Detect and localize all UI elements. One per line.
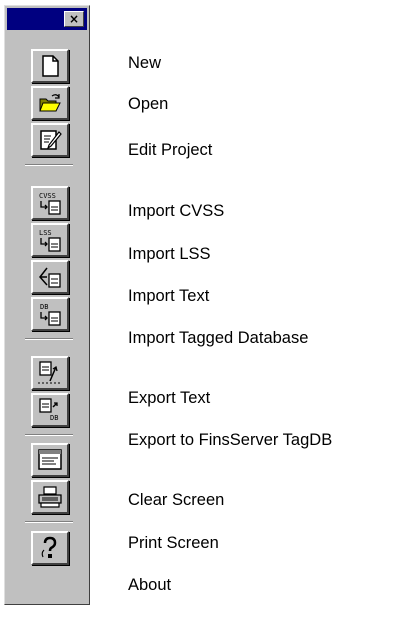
import-tagged-database-button[interactable]: DB (31, 297, 69, 331)
label-import-tagged-database: Import Tagged Database (128, 329, 309, 347)
open-button[interactable] (31, 86, 69, 120)
label-clear-screen: Clear Screen (128, 491, 225, 509)
clear-screen-icon (38, 449, 62, 470)
label-edit-project: Edit Project (128, 141, 213, 159)
svg-text:LSS: LSS (39, 229, 52, 237)
import-lss-icon: LSS (39, 229, 61, 252)
toolbar-separator (25, 338, 73, 340)
label-print-screen: Print Screen (128, 534, 219, 552)
svg-text:DB: DB (50, 414, 58, 422)
export-text-button[interactable] (31, 356, 69, 390)
close-button[interactable]: × (64, 11, 84, 27)
label-about: About (128, 576, 172, 594)
export-db-icon: DB (39, 398, 58, 422)
toolbar-window: × CVSS LSS DB DB (4, 5, 90, 605)
label-export-text: Export Text (128, 389, 211, 407)
export-text-icon (38, 361, 61, 384)
print-screen-button[interactable] (31, 480, 69, 514)
import-cvss-icon: CVSS (39, 192, 61, 215)
toolbar-titlebar[interactable]: × (7, 8, 87, 30)
help-icon (41, 536, 57, 558)
svg-text:CVSS: CVSS (39, 192, 56, 200)
toolbar-separator (25, 521, 73, 523)
new-button[interactable] (31, 49, 69, 83)
svg-text:DB: DB (40, 303, 48, 311)
toolbar-separator (25, 164, 73, 166)
import-lss-button[interactable]: LSS (31, 223, 69, 257)
new-document-icon (42, 55, 59, 77)
import-cvss-button[interactable]: CVSS (31, 186, 69, 220)
import-text-icon (39, 267, 61, 288)
about-button[interactable] (31, 531, 69, 565)
open-folder-icon (39, 94, 61, 112)
label-import-lss: Import LSS (128, 245, 211, 263)
import-db-icon: DB (40, 303, 61, 326)
label-export-finsserver: Export to FinsServer TagDB (128, 431, 333, 449)
clear-screen-button[interactable] (31, 443, 69, 477)
toolbar-separator (25, 434, 73, 436)
label-new: New (128, 54, 162, 72)
label-import-cvss: Import CVSS (128, 202, 225, 220)
export-finsserver-button[interactable]: DB (31, 393, 69, 427)
close-icon: × (68, 12, 80, 26)
label-open: Open (128, 95, 169, 113)
edit-project-button[interactable] (31, 123, 69, 157)
label-import-text: Import Text (128, 287, 210, 305)
printer-icon (38, 486, 62, 508)
import-text-button[interactable] (31, 260, 69, 294)
edit-project-icon (40, 130, 62, 150)
